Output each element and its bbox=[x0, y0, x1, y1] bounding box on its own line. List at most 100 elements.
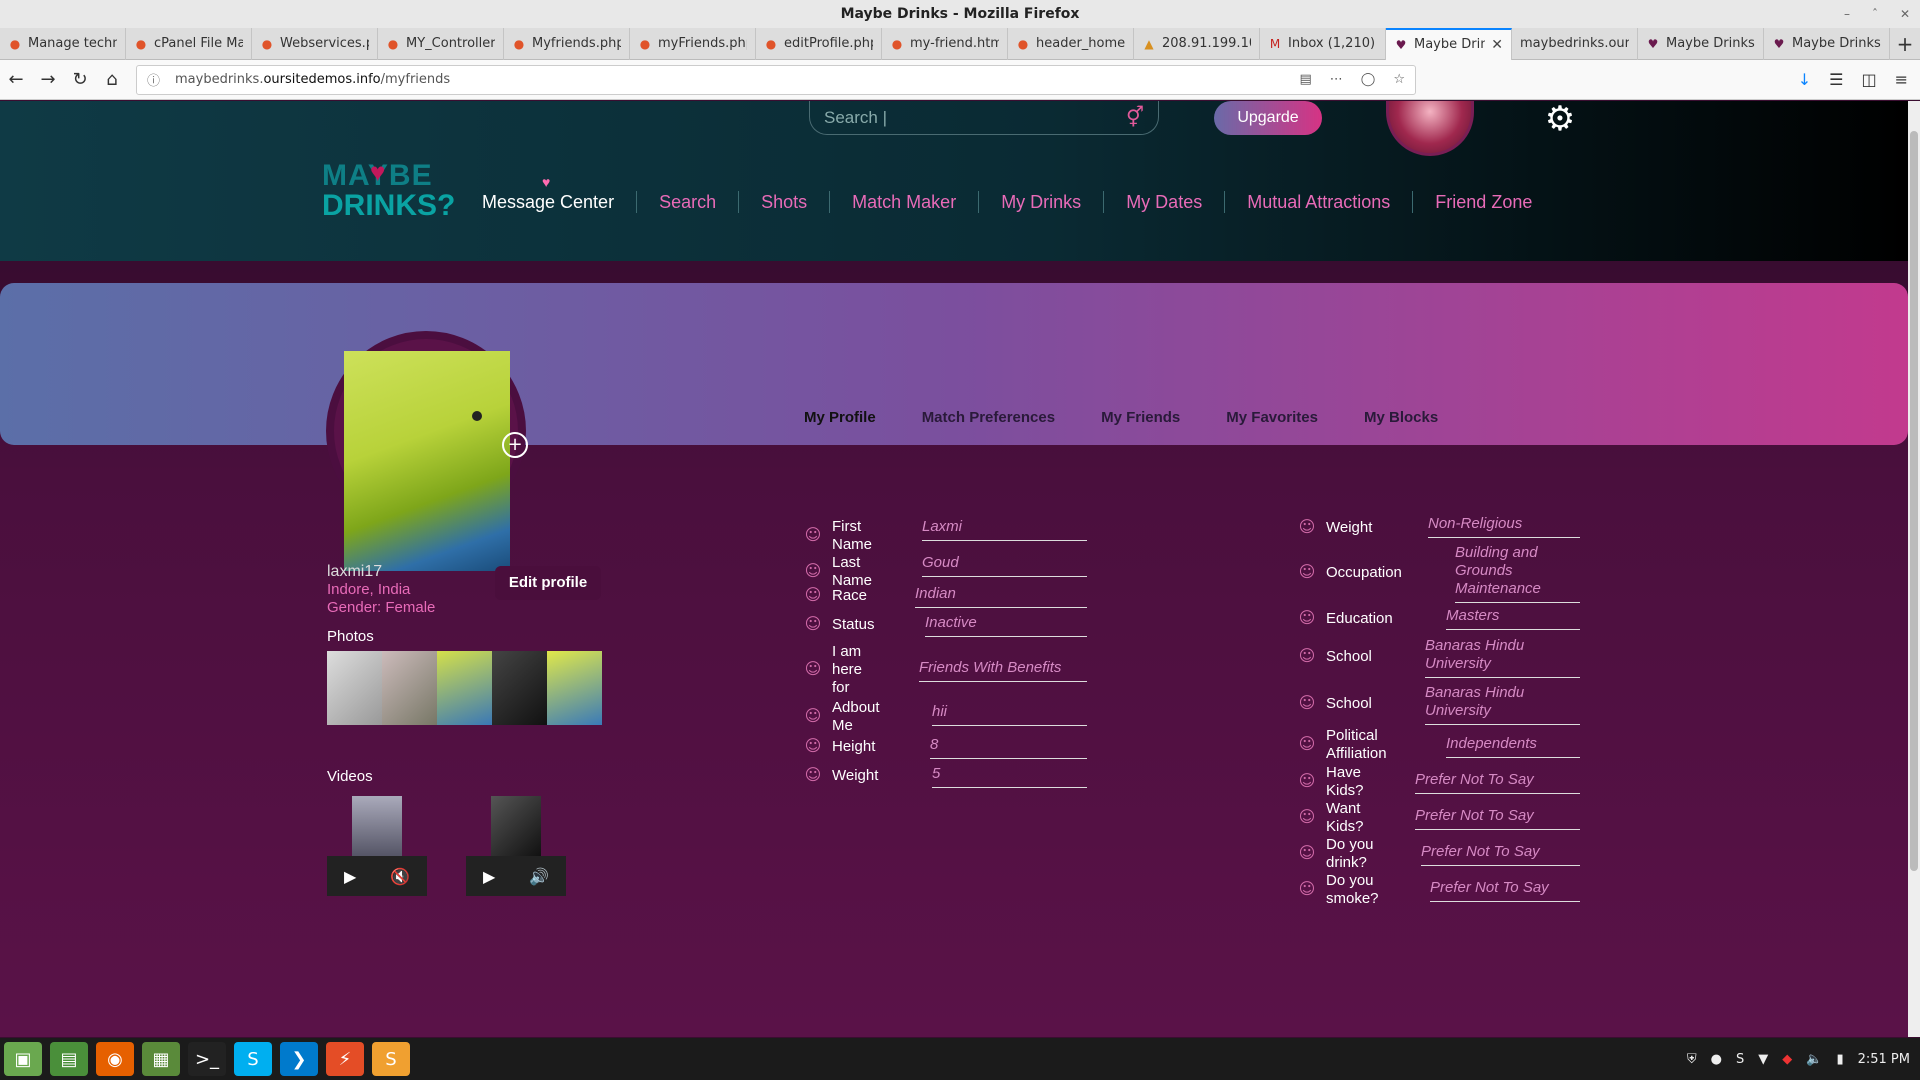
anydesk-icon[interactable]: ◆ bbox=[1782, 1052, 1792, 1067]
browser-tab[interactable]: ♥ Maybe Drinks bbox=[1764, 28, 1890, 60]
browser-tab[interactable]: ● cPanel File Ma bbox=[126, 28, 252, 60]
video-thumbnail[interactable] bbox=[352, 796, 402, 856]
terminal-icon[interactable]: >_ bbox=[188, 1042, 226, 1076]
field-value[interactable]: Prefer Not To Say bbox=[1430, 879, 1580, 902]
volume-icon[interactable]: 🔊 bbox=[529, 867, 549, 886]
downloads-icon[interactable]: ↓ bbox=[1798, 70, 1811, 89]
browser-tab[interactable]: ● Webservices.p bbox=[252, 28, 378, 60]
avatar[interactable] bbox=[1386, 101, 1474, 156]
photo-thumbnail[interactable] bbox=[327, 651, 382, 725]
browser-tab[interactable]: maybedrinks.oursi bbox=[1512, 28, 1638, 60]
hamburger-menu-icon[interactable]: ≡ bbox=[1895, 70, 1908, 89]
edit-profile-button[interactable]: Edit profile bbox=[495, 566, 601, 600]
field-value[interactable]: Banaras Hindu University bbox=[1425, 684, 1580, 725]
vscode-icon[interactable]: ❯ bbox=[280, 1042, 318, 1076]
field-value[interactable]: Indian bbox=[915, 585, 1087, 608]
close-window-icon[interactable]: ✕ bbox=[1900, 0, 1910, 28]
file-manager-icon[interactable]: ▤ bbox=[50, 1042, 88, 1076]
pocket-icon[interactable]: ◯ bbox=[1361, 72, 1376, 87]
browser-tab[interactable]: ● editProfile.php bbox=[756, 28, 882, 60]
volume-tray-icon[interactable]: 🔈 bbox=[1806, 1052, 1822, 1067]
sublime-icon[interactable]: S bbox=[372, 1042, 410, 1076]
gear-icon[interactable]: ⚙ bbox=[1540, 101, 1580, 141]
reload-icon[interactable]: ↻ bbox=[64, 64, 96, 96]
browser-tab[interactable]: ● MY_Controller bbox=[378, 28, 504, 60]
skype-tray-icon[interactable]: S bbox=[1736, 1052, 1744, 1067]
nav-mutual-attractions[interactable]: Mutual Attractions bbox=[1225, 191, 1414, 213]
battery-icon[interactable]: ▮ bbox=[1836, 1052, 1843, 1067]
scrollbar-thumb[interactable] bbox=[1910, 131, 1918, 871]
nav-my-dates[interactable]: My Dates bbox=[1104, 191, 1226, 213]
field-value[interactable]: Independents bbox=[1446, 735, 1580, 758]
search-input[interactable]: Search | ⚥ bbox=[809, 101, 1159, 135]
nav-match-maker[interactable]: Match Maker bbox=[830, 191, 980, 213]
field-value[interactable]: hii bbox=[932, 703, 1087, 726]
play-icon[interactable]: ▶ bbox=[483, 867, 495, 886]
minimize-icon[interactable]: – bbox=[1844, 0, 1850, 28]
video-thumbnail[interactable] bbox=[491, 796, 541, 856]
field-value[interactable]: Inactive bbox=[925, 614, 1087, 637]
maximize-icon[interactable]: ˆ bbox=[1872, 0, 1878, 28]
tab-my-favorites[interactable]: My Favorites bbox=[1226, 409, 1318, 426]
browser-tab[interactable]: ♥ Maybe Drinks bbox=[1638, 28, 1764, 60]
field-value[interactable]: Building and Grounds Maintenance bbox=[1455, 544, 1580, 603]
address-bar[interactable]: ⓘ maybedrinks.oursitedemos.info/myfriend… bbox=[136, 64, 1416, 95]
page-scrollbar[interactable] bbox=[1908, 101, 1920, 1037]
upgrade-button[interactable]: Upgarde bbox=[1214, 101, 1322, 135]
site-logo[interactable]: ♥ MAYBE DRINKS? bbox=[322, 157, 455, 233]
bluetooth-icon[interactable]: ● bbox=[1711, 1052, 1722, 1067]
site-info-icon[interactable]: ⓘ bbox=[147, 70, 163, 89]
browser-tab[interactable]: ● Myfriends.php bbox=[504, 28, 630, 60]
nav-search[interactable]: Search bbox=[637, 191, 740, 213]
field-value[interactable]: 5 bbox=[932, 765, 1087, 788]
field-value[interactable]: 8 bbox=[930, 736, 1087, 759]
field-value[interactable]: Banaras Hindu University bbox=[1425, 637, 1580, 678]
nav-my-drinks[interactable]: My Drinks bbox=[979, 191, 1105, 213]
browser-tab[interactable]: ● my-friend.html bbox=[882, 28, 1008, 60]
network-icon[interactable]: ▼ bbox=[1758, 1052, 1768, 1067]
folder-icon[interactable]: ▦ bbox=[142, 1042, 180, 1076]
home-icon[interactable]: ⌂ bbox=[96, 64, 128, 96]
tab-my-blocks[interactable]: My Blocks bbox=[1364, 409, 1438, 426]
field-value[interactable]: Prefer Not To Say bbox=[1415, 771, 1580, 794]
filezilla-icon[interactable]: ⚡ bbox=[326, 1042, 364, 1076]
field-value[interactable]: Prefer Not To Say bbox=[1415, 807, 1580, 830]
field-value[interactable]: Masters bbox=[1446, 607, 1580, 630]
mint-menu-icon[interactable]: ▣ bbox=[4, 1042, 42, 1076]
mute-icon[interactable]: 🔇 bbox=[390, 867, 410, 886]
field-value[interactable]: Non-Religious bbox=[1428, 515, 1580, 538]
photo-thumbnail[interactable] bbox=[382, 651, 437, 725]
field-value[interactable]: Goud bbox=[922, 554, 1087, 577]
close-tab-icon[interactable]: ✕ bbox=[1491, 30, 1503, 60]
browser-tab[interactable]: ● header_home. bbox=[1008, 28, 1134, 60]
browser-tab[interactable]: ● myFriends.php bbox=[630, 28, 756, 60]
add-photo-icon[interactable]: + bbox=[502, 432, 528, 458]
field-value[interactable]: Laxmi bbox=[922, 518, 1087, 541]
clock[interactable]: 2:51 PM bbox=[1858, 1052, 1910, 1067]
new-tab-button[interactable]: + bbox=[1890, 28, 1920, 59]
library-icon[interactable]: ☰ bbox=[1829, 70, 1843, 89]
tab-my-friends[interactable]: My Friends bbox=[1101, 409, 1180, 426]
tab-match-preferences[interactable]: Match Preferences bbox=[922, 409, 1055, 426]
reader-view-icon[interactable]: ▤ bbox=[1299, 72, 1311, 87]
field-value[interactable]: Friends With Benefits bbox=[919, 659, 1087, 682]
photo-thumbnail[interactable] bbox=[547, 651, 602, 725]
photo-thumbnail[interactable] bbox=[492, 651, 547, 725]
bookmark-star-icon[interactable]: ☆ bbox=[1393, 72, 1405, 87]
forward-icon[interactable]: → bbox=[32, 64, 64, 96]
nav-message-center[interactable]: ♥ Message Center bbox=[482, 174, 638, 213]
browser-tab[interactable]: M Inbox (1,210) bbox=[1260, 28, 1386, 60]
page-actions-icon[interactable]: ⋯ bbox=[1330, 72, 1343, 87]
photo-thumbnail[interactable] bbox=[437, 651, 492, 725]
profile-picture[interactable] bbox=[344, 351, 510, 571]
nav-friend-zone[interactable]: Friend Zone bbox=[1413, 191, 1554, 213]
browser-tab[interactable]: ▲ 208.91.199.10 bbox=[1134, 28, 1260, 60]
skype-icon[interactable]: S bbox=[234, 1042, 272, 1076]
back-icon[interactable]: ← bbox=[0, 64, 32, 96]
sidebar-icon[interactable]: ◫ bbox=[1861, 70, 1876, 89]
browser-tab-active[interactable]: ♥ Maybe Drin ✕ bbox=[1386, 28, 1512, 60]
firefox-icon[interactable]: ◉ bbox=[96, 1042, 134, 1076]
play-icon[interactable]: ▶ bbox=[344, 867, 356, 886]
shield-icon[interactable]: ⛨ bbox=[1687, 1052, 1697, 1067]
tab-my-profile[interactable]: My Profile bbox=[804, 409, 876, 426]
